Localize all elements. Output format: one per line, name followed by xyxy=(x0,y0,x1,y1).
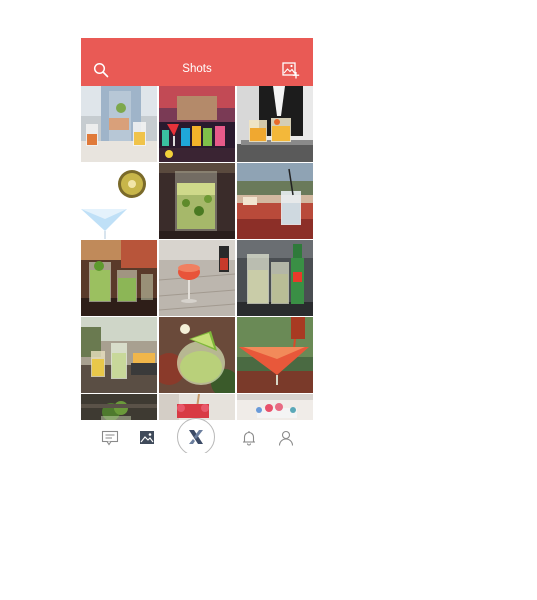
shot-thumbnail[interactable] xyxy=(159,163,235,239)
shot-thumbnail[interactable] xyxy=(81,86,157,162)
shot-thumbnail[interactable] xyxy=(159,86,235,162)
shot-thumbnail[interactable] xyxy=(237,240,313,316)
shot-thumbnail[interactable] xyxy=(159,317,235,393)
phone-screen: Shots xyxy=(81,38,313,453)
bell-icon[interactable] xyxy=(240,429,258,447)
shots-grid xyxy=(81,86,313,453)
add-image-icon[interactable] xyxy=(282,62,300,79)
shot-thumbnail[interactable] xyxy=(81,163,157,239)
shot-thumbnail[interactable] xyxy=(159,240,235,316)
shot-thumbnail[interactable] xyxy=(237,163,313,239)
shot-thumbnail[interactable] xyxy=(237,86,313,162)
shot-thumbnail[interactable] xyxy=(237,317,313,393)
page-title: Shots xyxy=(182,63,212,75)
person-icon[interactable] xyxy=(277,429,295,447)
top-app-bar: Shots xyxy=(81,38,313,86)
center-home-button[interactable] xyxy=(177,418,215,453)
shot-thumbnail[interactable] xyxy=(81,317,157,393)
chat-bubble-icon[interactable] xyxy=(101,429,119,447)
image-icon[interactable] xyxy=(138,429,156,447)
shot-thumbnail[interactable] xyxy=(81,240,157,316)
